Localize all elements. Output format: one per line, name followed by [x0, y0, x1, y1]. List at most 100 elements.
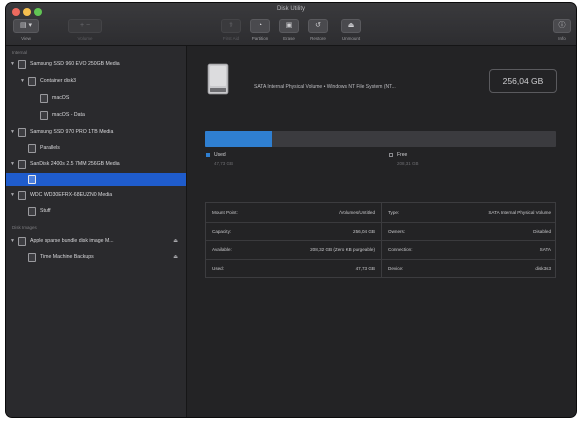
usage-bar-used-segment — [205, 131, 272, 147]
capacity-value: 256,04 GB — [353, 228, 375, 234]
mount-point-value: /Volumes/Untitled — [339, 210, 375, 215]
sidebar-toggle-icon: ▤ ▾ — [19, 22, 33, 29]
sidebar-item-label: Container disk3 — [40, 78, 77, 84]
capacity-key: Capacity: — [212, 228, 232, 234]
view-button[interactable]: ▤ ▾ — [13, 19, 39, 33]
connection-value: SATA — [539, 247, 551, 252]
disclosure-triangle-icon[interactable]: ▼ — [20, 78, 25, 84]
table-row: Available: 208,32 GB (Zero KB purgeable)… — [206, 240, 555, 260]
partition-button[interactable]: ◔ — [250, 19, 270, 33]
detail-pane: SATA Internal Physical Volume • Windows … — [187, 46, 576, 417]
volume-icon — [28, 144, 36, 153]
volume-icon — [28, 207, 36, 216]
restore-label: Restore — [310, 36, 326, 41]
used-legend-swatch — [206, 153, 210, 157]
erase-button[interactable]: ▣ — [279, 19, 299, 33]
sidebar-item-label: Apple sparse bundle disk image M... — [30, 238, 114, 244]
sidebar-item-label: SanDisk 2400s 2.5 7MM 256GB Media — [30, 161, 120, 167]
volume-icon — [40, 94, 48, 103]
free-legend-value: 208,31 GB — [397, 161, 419, 166]
disk-image-icon — [18, 237, 26, 246]
owners-value: Disabled — [533, 228, 551, 234]
sidebar-item-macos[interactable]: macOS — [6, 92, 186, 105]
free-legend-label: Free — [397, 152, 408, 158]
available-value: 208,32 GB (Zero KB purgeable) — [310, 247, 375, 252]
type-value: SATA Internal Physical Volume — [488, 210, 551, 215]
view-label: View — [21, 36, 31, 41]
volume-button[interactable]: + − — [68, 19, 102, 33]
disclosure-triangle-icon[interactable]: ▼ — [10, 238, 15, 244]
partition-label: Partition — [251, 36, 269, 41]
disclosure-triangle-icon[interactable]: ▼ — [10, 192, 15, 198]
toolbar: Disk Utility ▤ ▾ View + − Volume ⚕ First… — [6, 3, 576, 46]
used-value: 47,73 GB — [355, 265, 375, 271]
type-key: Type: — [388, 210, 400, 215]
add-remove-icon: + − — [79, 22, 91, 29]
sidebar-item-samsung-960[interactable]: ▼ Samsung SSD 960 EVO 250GB Media — [6, 58, 186, 71]
sidebar-item-sparse-bundle[interactable]: ▼ Apple sparse bundle disk image M... ⏏ — [6, 235, 186, 248]
eject-icon[interactable]: ⏏ — [173, 254, 178, 260]
unmount-button[interactable]: ⏏ — [341, 19, 361, 33]
partition-pie-icon: ◔ — [257, 22, 263, 29]
capacity-display: 256,04 GB — [489, 69, 557, 93]
eject-icon[interactable]: ⏏ — [173, 238, 178, 244]
first-aid-button[interactable]: ⚕ — [221, 19, 241, 33]
erase-drive-icon: ▣ — [285, 22, 293, 29]
sidebar-item-sandisk[interactable]: ▼ SanDisk 2400s 2.5 7MM 256GB Media — [6, 158, 186, 171]
internal-drive-icon — [207, 63, 229, 95]
info-button[interactable]: ⓘ — [553, 19, 571, 33]
sidebar-item-parallels[interactable]: Parallels — [6, 142, 186, 155]
sidebar-item-label: Parallels — [40, 145, 60, 151]
sidebar-item-label: Stuff — [40, 208, 51, 214]
info-icon: ⓘ — [558, 22, 566, 29]
sidebar-item-stuff[interactable]: Stuff — [6, 205, 186, 218]
available-key: Available: — [212, 247, 232, 252]
mount-point-key: Mount Point: — [212, 210, 238, 215]
container-icon — [28, 77, 36, 86]
volume-icon — [28, 253, 36, 262]
device-value: disk3s3 — [535, 265, 551, 271]
sidebar: Internal ▼ Samsung SSD 960 EVO 250GB Med… — [6, 46, 187, 417]
used-key: Used: — [212, 265, 225, 271]
hard-drive-icon — [18, 128, 26, 137]
table-row: Capacity: 256,04 GB Owners: Disabled — [206, 222, 555, 241]
sidebar-item-untitled-volume[interactable] — [6, 173, 186, 186]
sidebar-item-label: macOS - Data — [52, 112, 85, 118]
used-legend-label: Used — [214, 152, 226, 158]
disk-utility-window: Disk Utility ▤ ▾ View + − Volume ⚕ First… — [6, 3, 576, 417]
sidebar-item-samsung-970[interactable]: ▼ Samsung SSD 970 PRO 1TB Media — [6, 126, 186, 139]
disclosure-triangle-icon[interactable]: ▼ — [10, 129, 15, 135]
hard-drive-icon — [18, 160, 26, 169]
internal-section-header: Internal — [12, 50, 28, 55]
volume-icon — [28, 175, 36, 184]
free-legend-swatch — [389, 153, 393, 157]
info-label: Info — [558, 36, 566, 41]
sidebar-item-label: Samsung SSD 960 EVO 250GB Media — [30, 61, 120, 67]
eject-icon: ⏏ — [347, 22, 355, 29]
usage-bar — [205, 131, 556, 147]
sidebar-item-container-disk3[interactable]: ▼ Container disk3 — [6, 75, 186, 88]
disclosure-triangle-icon[interactable]: ▼ — [10, 61, 15, 67]
stethoscope-icon: ⚕ — [229, 22, 233, 29]
erase-label: Erase — [283, 36, 295, 41]
restore-button[interactable]: ↺ — [308, 19, 328, 33]
unmount-label: Unmount — [341, 36, 361, 41]
volume-description: SATA Internal Physical Volume • Windows … — [254, 84, 396, 90]
volume-icon — [40, 111, 48, 120]
used-legend-value: 47,73 GB — [214, 161, 234, 166]
sidebar-item-label: WDC WD30EFRX-68EUZN0 Media — [30, 192, 113, 198]
volume-label: Volume — [77, 36, 93, 41]
hard-drive-icon — [18, 191, 26, 200]
sidebar-item-wdc[interactable]: ▼ WDC WD30EFRX-68EUZN0 Media — [6, 189, 186, 202]
disclosure-triangle-icon[interactable]: ▼ — [10, 161, 15, 167]
owners-key: Owners: — [388, 228, 406, 234]
device-key: Device: — [388, 265, 404, 271]
sidebar-item-macos-data[interactable]: macOS - Data — [6, 109, 186, 122]
connection-key: Connection: — [388, 247, 413, 252]
first-aid-label: First Aid — [222, 36, 240, 41]
sidebar-item-label: Samsung SSD 970 PRO 1TB Media — [30, 129, 114, 135]
sidebar-item-label: macOS — [52, 95, 70, 101]
disk-images-section-header: Disk Images — [12, 225, 37, 230]
sidebar-item-time-machine[interactable]: Time Machine Backups ⏏ — [6, 251, 186, 264]
sidebar-item-label: Time Machine Backups — [40, 254, 94, 260]
